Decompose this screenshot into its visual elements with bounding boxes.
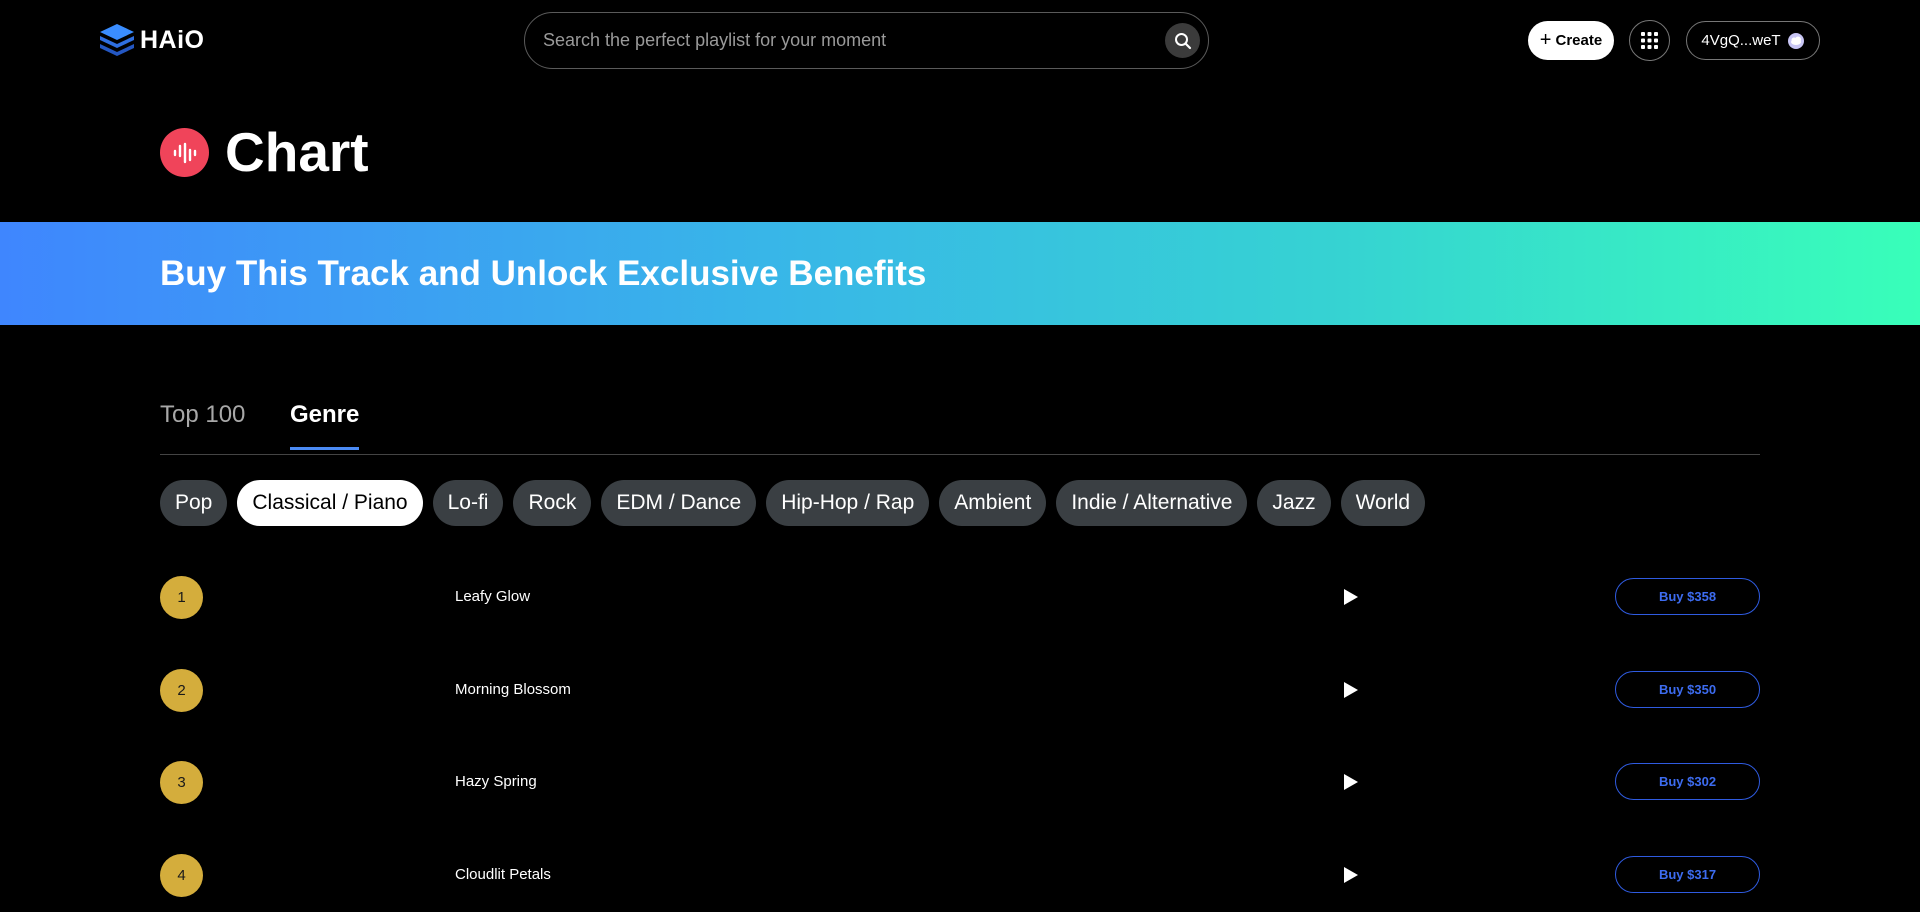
genre-chip-ambient[interactable]: Ambient — [939, 480, 1047, 526]
page-title-row: Chart — [160, 121, 369, 183]
play-button[interactable] — [1341, 587, 1361, 607]
promo-banner[interactable]: Buy This Track and Unlock Exclusive Bene… — [0, 222, 1920, 325]
track-row[interactable]: 1 Leafy Glow Buy $358 — [160, 575, 1760, 619]
wallet-address: 4VgQ...weT — [1701, 32, 1781, 49]
top-header: HAiO + Create 4VgQ...weT — [0, 0, 1920, 80]
genre-chip-lofi[interactable]: Lo-fi — [432, 480, 504, 526]
logo[interactable]: HAiO — [98, 22, 205, 58]
genre-chip-jazz[interactable]: Jazz — [1257, 480, 1331, 526]
rank-badge: 3 — [160, 761, 203, 804]
tab-top-100[interactable]: Top 100 — [160, 401, 245, 447]
play-icon — [1344, 774, 1358, 790]
logo-text: HAiO — [140, 25, 205, 54]
genre-chip-edm-dance[interactable]: EDM / Dance — [601, 480, 757, 526]
search-icon — [1174, 32, 1191, 49]
buy-button[interactable]: Buy $358 — [1615, 578, 1760, 615]
genre-chip-classical-piano[interactable]: Classical / Piano — [237, 480, 423, 526]
wallet-avatar-icon — [1787, 32, 1804, 49]
create-button[interactable]: + Create — [1528, 21, 1614, 60]
play-icon — [1344, 682, 1358, 698]
buy-button[interactable]: Buy $350 — [1615, 671, 1760, 708]
track-title[interactable]: Leafy Glow — [455, 588, 530, 605]
genre-filter-list: Pop Classical / Piano Lo-fi Rock EDM / D… — [160, 480, 1426, 526]
title-badge — [160, 128, 209, 177]
track-title[interactable]: Hazy Spring — [455, 773, 537, 790]
rank-badge: 1 — [160, 576, 203, 619]
rank-badge: 2 — [160, 669, 203, 712]
chart-tabs: Top 100 Genre — [160, 395, 1760, 455]
wallet-button[interactable]: 4VgQ...weT — [1686, 21, 1820, 60]
play-icon — [1344, 867, 1358, 883]
create-label: Create — [1555, 32, 1603, 49]
genre-chip-world[interactable]: World — [1340, 480, 1426, 526]
genre-chip-rock[interactable]: Rock — [513, 480, 592, 526]
track-title[interactable]: Morning Blossom — [455, 681, 571, 698]
genre-chip-pop[interactable]: Pop — [160, 480, 228, 526]
buy-button[interactable]: Buy $302 — [1615, 763, 1760, 800]
genre-chip-indie-alternative[interactable]: Indie / Alternative — [1056, 480, 1248, 526]
track-row[interactable]: 4 Cloudlit Petals Buy $317 — [160, 853, 1760, 897]
track-title[interactable]: Cloudlit Petals — [455, 866, 551, 883]
grid-icon — [1641, 32, 1658, 49]
tab-genre[interactable]: Genre — [290, 401, 360, 450]
genre-chip-hiphop-rap[interactable]: Hip-Hop / Rap — [766, 480, 930, 526]
rank-badge: 4 — [160, 854, 203, 897]
track-row[interactable]: 2 Morning Blossom Buy $350 — [160, 668, 1760, 712]
apps-menu-button[interactable] — [1629, 20, 1670, 61]
play-icon — [1344, 589, 1358, 605]
search-button[interactable] — [1165, 23, 1200, 58]
banner-text: Buy This Track and Unlock Exclusive Bene… — [160, 253, 927, 293]
play-button[interactable] — [1341, 680, 1361, 700]
play-button[interactable] — [1341, 865, 1361, 885]
page-title: Chart — [225, 121, 369, 183]
track-row[interactable]: 3 Hazy Spring Buy $302 — [160, 760, 1760, 804]
play-button[interactable] — [1341, 772, 1361, 792]
waveform-icon — [173, 142, 196, 163]
buy-button[interactable]: Buy $317 — [1615, 856, 1760, 893]
plus-icon: + — [1539, 28, 1552, 51]
search-input[interactable] — [543, 30, 1165, 51]
search-bar — [524, 12, 1209, 69]
logo-icon — [100, 24, 134, 56]
